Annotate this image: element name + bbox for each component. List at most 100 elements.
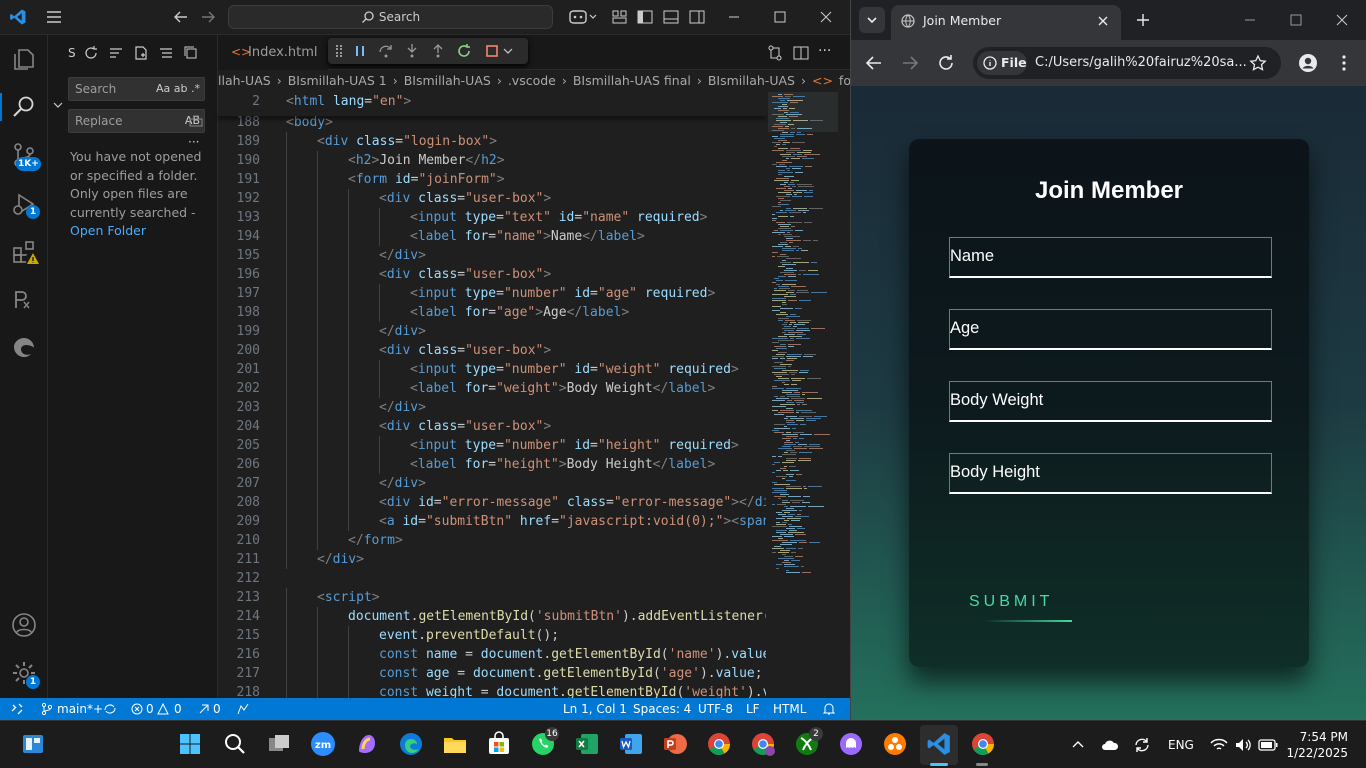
code-line[interactable]: 198 <label for="age">Age</label>: [218, 303, 766, 322]
chrome-profile-icon[interactable]: [750, 731, 776, 757]
ports-count[interactable]: 0: [213, 698, 221, 720]
system-clock[interactable]: 7:54 PM 1/22/2025: [1286, 729, 1348, 761]
toggle-panel-icon[interactable]: [662, 8, 680, 26]
chevron-up-icon[interactable]: [1071, 738, 1085, 752]
site-info-chip[interactable]: File: [977, 51, 1027, 75]
minimize-icon[interactable]: [1243, 13, 1257, 27]
forward-arrow-icon[interactable]: [199, 8, 217, 26]
language-mode[interactable]: HTML: [773, 698, 806, 720]
minimize-icon[interactable]: [725, 8, 743, 26]
search-input[interactable]: Search Aa ab .*: [68, 77, 205, 101]
code-line[interactable]: 207 </div>: [218, 474, 766, 493]
zoom-app-icon[interactable]: zm: [310, 731, 336, 757]
collapse-all-icon[interactable]: [183, 45, 199, 61]
search-icon[interactable]: [222, 731, 248, 757]
code-line[interactable]: 217 const age = document.getElementById('…: [218, 664, 766, 683]
back-arrow-icon[interactable]: [865, 54, 883, 72]
breadcrumb-segment[interactable]: BIsmillah-UAS 1: [288, 73, 387, 88]
sync-icon[interactable]: [103, 702, 117, 716]
cursor-position[interactable]: Ln 1, Col 1: [563, 698, 627, 720]
submit-button[interactable]: SUBMIT: [969, 593, 1053, 611]
remote-icon[interactable]: [10, 702, 24, 716]
start-windows-icon[interactable]: [177, 731, 203, 757]
wifi-icon[interactable]: [1210, 737, 1228, 753]
end-of-line[interactable]: LF: [746, 698, 760, 720]
code-line[interactable]: 206 <label for="height">Body Height</labe…: [218, 455, 766, 474]
sync-icon[interactable]: [1133, 736, 1151, 754]
code-line[interactable]: 199 </div>: [218, 322, 766, 341]
compare-changes-icon[interactable]: [766, 44, 784, 62]
ports-icon[interactable]: [198, 703, 210, 715]
more-options-icon[interactable]: ···: [188, 135, 199, 149]
replace-all-icon[interactable]: [188, 113, 204, 129]
office-hub-icon[interactable]: [882, 731, 908, 757]
search-options[interactable]: Aa ab .*: [156, 78, 200, 100]
command-center-search[interactable]: Search: [228, 5, 553, 29]
vscode-taskbar-icon[interactable]: [926, 731, 952, 757]
maximize-icon[interactable]: [1289, 13, 1303, 27]
minimap[interactable]: [768, 92, 838, 698]
age-field[interactable]: Age: [949, 309, 1272, 350]
close-icon[interactable]: [1335, 13, 1349, 27]
code-line[interactable]: 212: [218, 569, 766, 588]
live-share-icon[interactable]: [236, 702, 250, 716]
toggle-secondary-sidebar-icon[interactable]: [688, 8, 706, 26]
privacy-app-icon[interactable]: [838, 731, 864, 757]
reload-icon[interactable]: [937, 54, 955, 72]
open-folder-link[interactable]: Open Folder: [70, 223, 146, 238]
test-icon[interactable]: [10, 286, 38, 314]
chrome-icon[interactable]: [706, 731, 732, 757]
breadcrumb-segment[interactable]: BIsmillah-UAS final: [573, 73, 691, 88]
code-line[interactable]: 215 event.preventDefault();: [218, 626, 766, 645]
stop-icon[interactable]: [484, 43, 500, 59]
close-icon[interactable]: [817, 8, 835, 26]
code-line[interactable]: 214 document.getElementById('submitBtn').…: [218, 607, 766, 626]
code-view[interactable]: 2 <html lang="en"> 188 <body> 189 <div class=…: [218, 92, 766, 698]
restart-icon[interactable]: [456, 43, 472, 59]
editor-scrollbar[interactable]: [840, 92, 850, 698]
code-line[interactable]: 211 </div>: [218, 550, 766, 569]
microsoft-store-icon[interactable]: [486, 731, 512, 757]
branch-name[interactable]: main*+: [57, 698, 103, 720]
pause-icon[interactable]: [352, 43, 368, 59]
chrome-taskbar-icon[interactable]: [970, 731, 996, 757]
onedrive-cloud-icon[interactable]: [1101, 737, 1119, 753]
copilot-icon[interactable]: [566, 8, 590, 26]
error-icon[interactable]: [131, 703, 143, 715]
new-tab-icon[interactable]: [1136, 13, 1150, 27]
toggle-replace-chevron-icon[interactable]: [52, 99, 64, 111]
address-bar[interactable]: File C:/Users/galih%20fairuz%20sa...: [973, 47, 1281, 79]
breadcrumb-segment[interactable]: BIsmillah-UAS: [708, 73, 795, 88]
code-line[interactable]: 197 <input type="number" id="age" require…: [218, 284, 766, 303]
code-line[interactable]: 205 <input type="number" id="height" requ…: [218, 436, 766, 455]
error-count[interactable]: 0: [146, 698, 154, 720]
maximize-icon[interactable]: [771, 8, 789, 26]
drag-handle-icon[interactable]: [336, 45, 342, 57]
powerpoint-icon[interactable]: [662, 731, 688, 757]
copilot-app-icon[interactable]: [354, 731, 380, 757]
code-line[interactable]: 189 <div class="login-box">: [218, 132, 766, 151]
clear-results-icon[interactable]: [108, 45, 124, 61]
word-icon[interactable]: [618, 731, 644, 757]
code-line[interactable]: 195 </div>: [218, 246, 766, 265]
battery-icon[interactable]: [1258, 738, 1278, 752]
widgets-icon[interactable]: [20, 731, 46, 757]
code-line[interactable]: 201 <input type="number" id="weight" requ…: [218, 360, 766, 379]
code-line[interactable]: 210 </form>: [218, 531, 766, 550]
encoding[interactable]: UTF-8: [698, 698, 733, 720]
breadcrumb-segment[interactable]: BIsmillah-UAS: [404, 73, 491, 88]
file-explorer-icon[interactable]: [442, 731, 468, 757]
excel-icon[interactable]: [574, 731, 600, 757]
toggle-primary-sidebar-icon[interactable]: [636, 8, 654, 26]
account-icon[interactable]: [10, 611, 38, 639]
code-line[interactable]: 218 const weight = document.getElementByI…: [218, 683, 766, 698]
code-line[interactable]: 190 <h2>Join Member</h2>: [218, 151, 766, 170]
edge-devtools-icon[interactable]: [10, 333, 38, 361]
code-line[interactable]: 216 const name = document.getElementById(…: [218, 645, 766, 664]
code-line[interactable]: 203 </div>: [218, 398, 766, 417]
indentation[interactable]: Spaces: 4: [633, 698, 691, 720]
replace-input[interactable]: Replace AB: [68, 109, 205, 133]
code-line[interactable]: 213 <script>: [218, 588, 766, 607]
breadcrumb-segment[interactable]: form.html: [839, 73, 850, 88]
code-line[interactable]: 2 <html lang="en">: [218, 92, 766, 111]
